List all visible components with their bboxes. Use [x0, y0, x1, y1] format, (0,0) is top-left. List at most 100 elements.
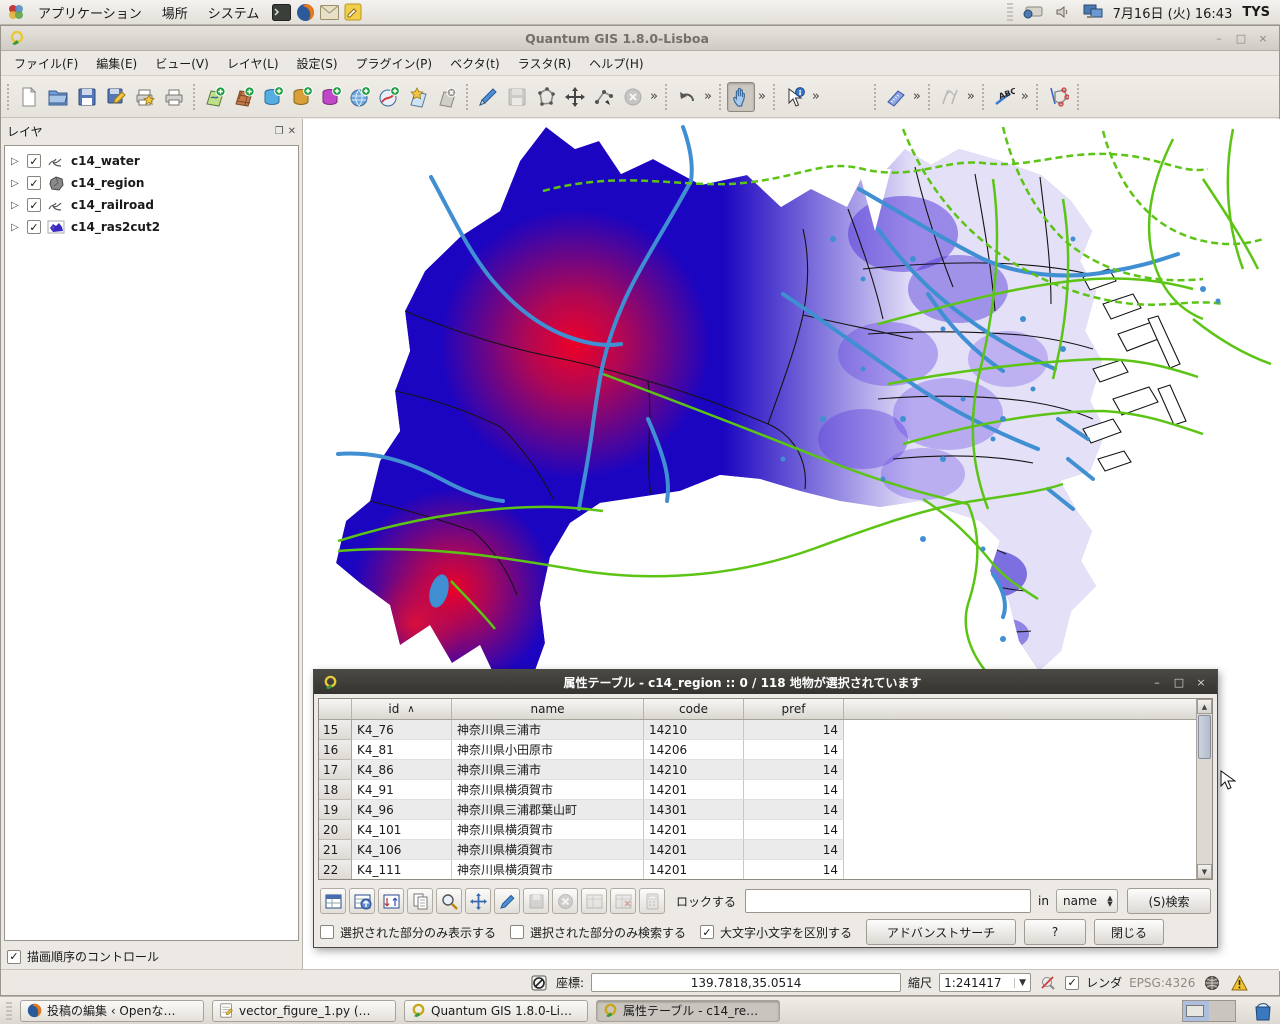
cell-id[interactable]: K4_101	[352, 820, 452, 840]
print-composer-button[interactable]	[131, 82, 159, 112]
toolbar-handle[interactable]	[872, 84, 879, 110]
cell-id[interactable]: K4_106	[352, 840, 452, 860]
table-row[interactable]: 17 K4_86 神奈川県三浦市 14210 14	[319, 760, 1196, 780]
cell-name[interactable]: 神奈川県横須賀市	[452, 860, 644, 879]
toolbar-overflow[interactable]: »	[911, 89, 923, 104]
labeling-button[interactable]: ABC	[990, 82, 1018, 112]
expander-icon[interactable]: ▷	[11, 178, 21, 189]
column-header-code[interactable]: code	[644, 699, 744, 719]
delete-selected-button[interactable]	[619, 82, 647, 112]
row-number-cell[interactable]: 15	[319, 720, 352, 740]
cell-pref[interactable]: 14	[744, 740, 844, 760]
toolbar-handle[interactable]	[980, 84, 987, 110]
menubar-item[interactable]: ラスタ(R)	[509, 52, 580, 75]
advanced-search-button[interactable]: アドバンストサーチ	[866, 919, 1016, 945]
pan-to-selection-button[interactable]	[465, 888, 491, 914]
cell-id[interactable]: K4_91	[352, 780, 452, 800]
task-button-attribute-table[interactable]: 属性テーブル - c14_re…	[596, 1000, 780, 1022]
expander-icon[interactable]: ▷	[11, 156, 21, 167]
table-row[interactable]: 15 K4_76 神奈川県三浦市 14210 14	[319, 720, 1196, 740]
open-project-button[interactable]	[44, 82, 72, 112]
table-row[interactable]: 22 K4_111 神奈川県横須賀市 14201 14	[319, 860, 1196, 879]
menu-places[interactable]: 場所	[154, 1, 196, 24]
search-button[interactable]: (S)検索	[1127, 888, 1211, 914]
table-row[interactable]: 19 K4_96 神奈川県三浦郡葉山町 14301 14	[319, 800, 1196, 820]
draw-order-control[interactable]: ✓ 描画順序のコントロール	[7, 948, 159, 965]
field-calculator-button[interactable]	[639, 888, 665, 914]
draw-order-checkbox[interactable]: ✓	[7, 950, 21, 964]
table-row[interactable]: 21 K4_106 神奈川県横須賀市 14201 14	[319, 840, 1196, 860]
toolbar-overflow[interactable]: »	[965, 89, 977, 104]
cell-code[interactable]: 14201	[644, 860, 744, 879]
workspace-1[interactable]	[1183, 1001, 1209, 1021]
row-number-cell[interactable]: 16	[319, 740, 352, 760]
menubar-item[interactable]: ベクタ(t)	[441, 52, 509, 75]
menu-system[interactable]: システム	[200, 1, 268, 24]
toolbar-handle[interactable]	[191, 84, 198, 110]
capture-polygon-button[interactable]	[532, 82, 560, 112]
dock-float-button[interactable]: ❐	[275, 126, 284, 137]
dock-close-button[interactable]: ✕	[288, 126, 296, 137]
corner-header-cell[interactable]	[319, 699, 352, 719]
menubar-item[interactable]: ファイル(F)	[5, 52, 87, 75]
user-menu[interactable]: TYS	[1242, 5, 1274, 20]
toolbar-handle[interactable]	[926, 84, 933, 110]
remove-layer-button[interactable]	[433, 82, 461, 112]
layer-item-c14-region[interactable]: ▷ ✓ c14_region	[7, 172, 296, 194]
add-wfs-layer-button[interactable]	[375, 82, 403, 112]
cell-id[interactable]: K4_81	[352, 740, 452, 760]
cell-name[interactable]: 神奈川県横須賀市	[452, 840, 644, 860]
scrollbar-thumb[interactable]	[1198, 715, 1211, 759]
volume-icon[interactable]	[1053, 2, 1073, 22]
table-row[interactable]: 16 K4_81 神奈川県小田原市 14206 14	[319, 740, 1196, 760]
maximize-button[interactable]: □	[1231, 30, 1251, 46]
table-row[interactable]: 20 K4_101 神奈川県横須賀市 14201 14	[319, 820, 1196, 840]
field-combo[interactable]: name ▲▼	[1056, 889, 1118, 913]
toolbar-handle[interactable]	[717, 84, 724, 110]
toolbar-handle[interactable]	[464, 84, 471, 110]
dialog-close-button[interactable]: 閉じる	[1094, 919, 1164, 945]
menubar-item[interactable]: レイヤ(L)	[218, 52, 288, 75]
cell-pref[interactable]: 14	[744, 760, 844, 780]
new-project-button[interactable]	[15, 82, 43, 112]
new-shapefile-button[interactable]	[404, 82, 432, 112]
row-number-cell[interactable]: 17	[319, 760, 352, 780]
cell-name[interactable]: 神奈川県横須賀市	[452, 820, 644, 840]
chevron-down-icon[interactable]: ▼	[1014, 978, 1030, 988]
attr-save-edits-button[interactable]	[523, 888, 549, 914]
measure-button[interactable]	[882, 82, 910, 112]
trash-icon[interactable]	[1252, 1000, 1274, 1022]
expander-icon[interactable]: ▷	[11, 222, 21, 233]
case-sensitive-checkbox[interactable]: ✓	[700, 925, 714, 939]
keyboard-indicator-icon[interactable]	[1023, 2, 1043, 22]
cell-name[interactable]: 神奈川県三浦市	[452, 760, 644, 780]
vertical-scrollbar[interactable]: ▲ ▼	[1196, 699, 1212, 879]
menu-applications[interactable]: アプリケーション	[30, 1, 150, 24]
scroll-down-icon[interactable]: ▼	[1197, 864, 1212, 879]
add-vector-layer-button[interactable]	[201, 82, 229, 112]
qgis-titlebar[interactable]: Quantum GIS 1.8.0-Lisboa – □ ×	[1, 26, 1279, 51]
cell-name[interactable]: 神奈川県横須賀市	[452, 780, 644, 800]
cell-pref[interactable]: 14	[744, 860, 844, 879]
column-header-id[interactable]: id ∧	[352, 699, 452, 719]
task-button-firefox[interactable]: 投稿の編集 ‹ Openな…	[20, 1000, 204, 1022]
save-project-as-button[interactable]	[102, 82, 130, 112]
cell-name[interactable]: 神奈川県三浦郡葉山町	[452, 800, 644, 820]
row-number-cell[interactable]: 21	[319, 840, 352, 860]
toolbar-handle[interactable]	[1034, 84, 1041, 110]
cell-code[interactable]: 14206	[644, 740, 744, 760]
layer-visibility-checkbox[interactable]: ✓	[27, 220, 41, 234]
menubar-item[interactable]: 編集(E)	[87, 52, 146, 75]
attribute-dialog-titlebar[interactable]: 属性テーブル - c14_region :: 0 / 118 地物が選択されてい…	[314, 670, 1217, 694]
add-spatialite-layer-button[interactable]	[288, 82, 316, 112]
cell-pref[interactable]: 14	[744, 800, 844, 820]
undo-button[interactable]	[673, 82, 701, 112]
move-feature-button[interactable]	[561, 82, 589, 112]
toolbar-overflow[interactable]: »	[648, 89, 660, 104]
toggle-editing-button[interactable]	[474, 82, 502, 112]
column-header-pref[interactable]: pref	[744, 699, 844, 719]
cell-id[interactable]: K4_111	[352, 860, 452, 879]
save-edits-button[interactable]	[503, 82, 531, 112]
crs-status-icon[interactable]	[1202, 973, 1222, 993]
render-quality-icon[interactable]	[1038, 973, 1058, 993]
